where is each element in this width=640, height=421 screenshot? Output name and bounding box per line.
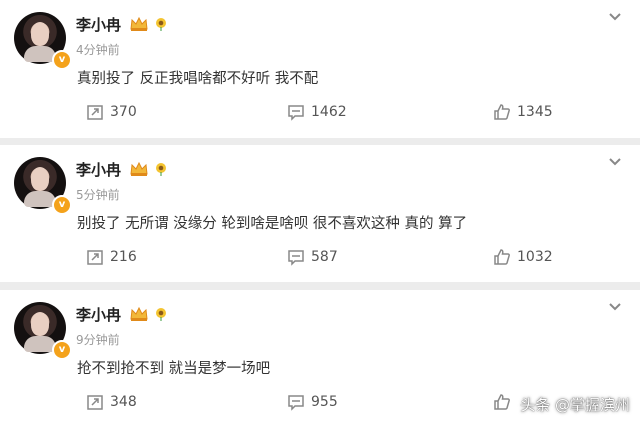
like-count: 1032 — [517, 249, 553, 265]
avatar-face — [31, 167, 49, 191]
avatar[interactable]: v — [14, 302, 72, 360]
watermark: 头条 @掌握滨州 — [520, 396, 630, 414]
repost-icon — [87, 105, 103, 120]
repost-button[interactable]: 348 — [86, 392, 137, 412]
like-button[interactable] — [493, 392, 517, 412]
post-time: 4分钟前 — [76, 43, 120, 57]
chevron-down-icon[interactable] — [608, 12, 622, 22]
repost-count: 370 — [110, 104, 137, 120]
avatar-face — [31, 312, 49, 336]
comment-card: v 李小冉 5分钟前 别投了 无所谓 没缘分 轮到啥是啥呗 很不喜欢这种 真的 … — [0, 145, 640, 282]
verified-badge-icon: v — [52, 195, 72, 215]
comment-icon — [288, 250, 304, 266]
like-icon — [494, 394, 510, 410]
comment-button[interactable]: 1462 — [287, 102, 347, 122]
avatar[interactable]: v — [14, 157, 72, 215]
comment-count: 955 — [311, 394, 338, 410]
comment-button[interactable]: 955 — [287, 392, 338, 412]
crown-badge-icon — [130, 306, 148, 321]
sunflower-badge-icon — [156, 308, 166, 321]
sunflower-badge-icon — [156, 18, 166, 31]
like-icon — [494, 104, 510, 120]
verified-badge-icon: v — [52, 340, 72, 360]
crown-badge-icon — [130, 161, 148, 176]
user-name[interactable]: 李小冉 — [76, 159, 121, 180]
post-time: 9分钟前 — [76, 333, 120, 347]
like-button[interactable]: 1032 — [493, 247, 553, 267]
comment-text: 别投了 无所谓 没缘分 轮到啥是啥呗 很不喜欢这种 真的 算了 — [77, 216, 468, 232]
like-count: 1345 — [517, 104, 553, 120]
chevron-down-icon[interactable] — [608, 157, 622, 167]
comment-text: 抢不到抢不到 就当是梦一场吧 — [77, 361, 271, 377]
comment-feed: v 李小冉 4分钟前 真别投了 反正我唱啥都不好听 我不配 370 1462 1… — [0, 0, 640, 421]
comment-button[interactable]: 587 — [287, 247, 338, 267]
post-time: 5分钟前 — [76, 188, 120, 202]
chevron-down-icon[interactable] — [608, 302, 622, 312]
repost-count: 216 — [110, 249, 137, 265]
sunflower-badge-icon — [156, 163, 166, 176]
verified-badge-icon: v — [52, 50, 72, 70]
comment-icon — [288, 105, 304, 121]
avatar[interactable]: v — [14, 12, 72, 70]
repost-button[interactable]: 216 — [86, 247, 137, 267]
like-icon — [494, 249, 510, 265]
comment-icon — [288, 395, 304, 411]
user-name[interactable]: 李小冉 — [76, 14, 121, 35]
crown-badge-icon — [130, 16, 148, 31]
comment-count: 1462 — [311, 104, 347, 120]
comment-card: v 李小冉 4分钟前 真别投了 反正我唱啥都不好听 我不配 370 1462 1… — [0, 0, 640, 138]
like-button[interactable]: 1345 — [493, 102, 553, 122]
repost-icon — [87, 250, 103, 265]
avatar-face — [31, 22, 49, 46]
comment-count: 587 — [311, 249, 338, 265]
repost-button[interactable]: 370 — [86, 102, 137, 122]
repost-icon — [87, 395, 103, 410]
repost-count: 348 — [110, 394, 137, 410]
comment-text: 真别投了 反正我唱啥都不好听 我不配 — [77, 71, 319, 87]
user-name[interactable]: 李小冉 — [76, 304, 121, 325]
